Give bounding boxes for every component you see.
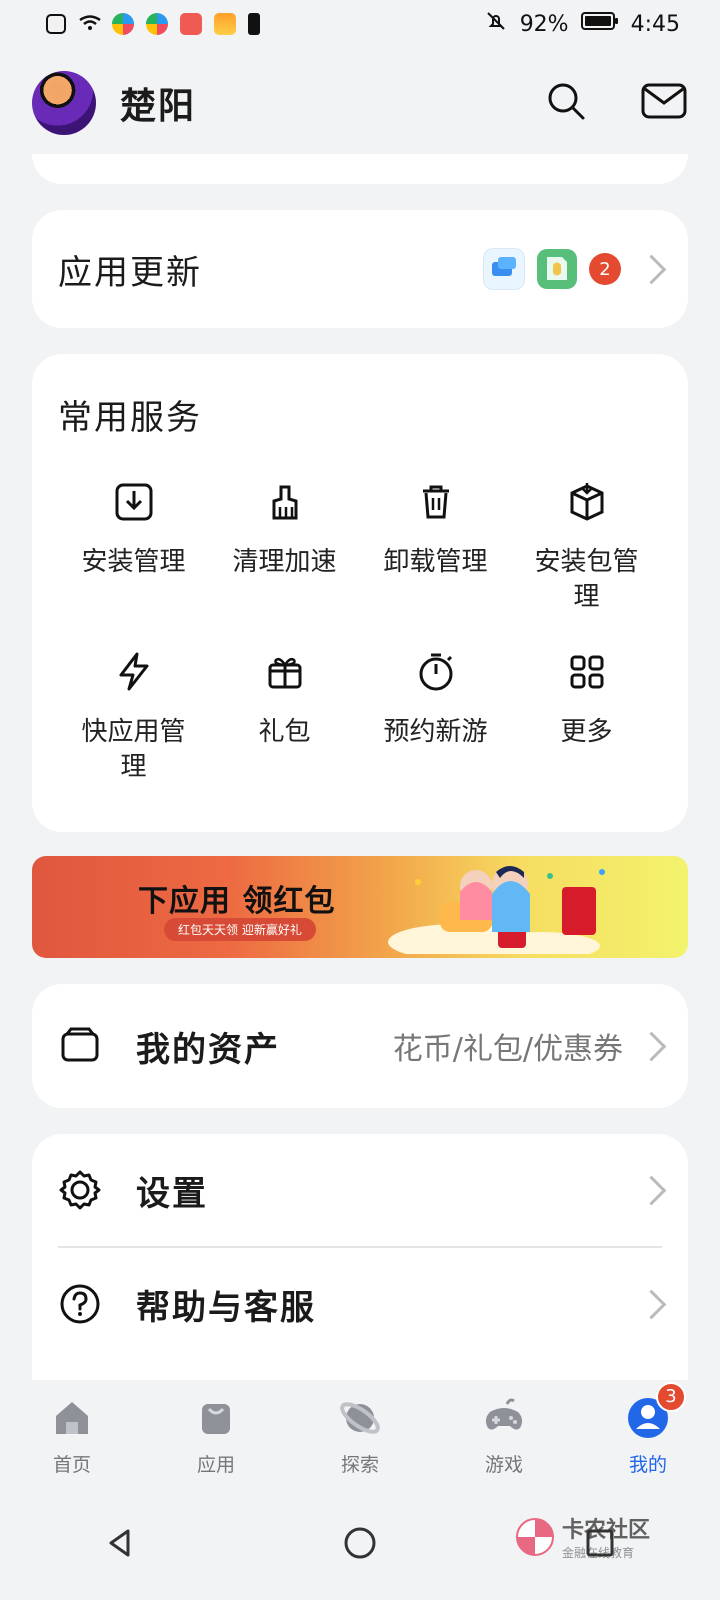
search-icon [545, 80, 587, 126]
alert-status-icon [248, 13, 260, 35]
promo-banner[interactable]: 下应用 领红包 红包天天领 迎新赢好礼 [32, 856, 688, 958]
help-circle-icon [58, 1282, 102, 1326]
app-status-icon-3 [180, 13, 202, 35]
assets-details: 花币/礼包/优惠券 [392, 1024, 667, 1068]
services-title: 常用服务 [58, 398, 202, 438]
profile-nav-icon: 3 [624, 1381, 686, 1442]
nav-me[interactable]: 3 我的 [578, 1381, 718, 1477]
nav-games-label: 游戏 [484, 1453, 523, 1476]
service-label-package-management: 安装包管理 [534, 547, 639, 613]
status-time: 4:45 [630, 11, 680, 37]
home-button[interactable] [338, 1523, 382, 1567]
brush-icon [262, 479, 308, 525]
settings-label: 设置 [136, 1173, 208, 1214]
services-grid: 安装管理 清理加速 卸载管理 安装包管理 快应用管理 礼包 预约新游 更多 [58, 479, 662, 785]
update-count-badge: 2 [589, 253, 621, 285]
trash-icon [413, 479, 459, 525]
notification-icon [46, 14, 66, 34]
bottom-navigation: 首页 应用 探索 游戏 3 我的 [0, 1380, 720, 1490]
service-label-gift-pack: 礼包 [258, 717, 311, 748]
nav-me-label: 我的 [628, 1453, 667, 1476]
chevron-right-icon [636, 1289, 667, 1319]
common-services-card: 常用服务 安装管理 清理加速 卸载管理 安装包管理 快应用管理 礼包 预约新游 … [32, 354, 688, 832]
service-label-quick-app-management: 快应用管理 [81, 717, 186, 783]
recent-apps-button[interactable] [578, 1523, 622, 1567]
service-cleanup-speedup[interactable]: 清理加速 [209, 479, 360, 615]
app-status-icon-4 [214, 13, 236, 35]
chevron-right-icon [636, 1031, 667, 1061]
app-updates-card[interactable]: 应用更新 2 [32, 210, 688, 328]
service-package-management[interactable]: 安装包管理 [511, 479, 662, 615]
nav-me-badge: 3 [656, 1381, 686, 1412]
avatar[interactable] [32, 71, 96, 135]
search-button[interactable] [542, 79, 590, 127]
recent-square-icon [583, 1526, 617, 1564]
chevron-right-icon [636, 1175, 667, 1205]
app-status-icon-1 [112, 13, 134, 35]
service-uninstall-management[interactable]: 卸载管理 [360, 479, 511, 615]
system-navigation [0, 1490, 720, 1600]
back-button[interactable] [98, 1523, 142, 1567]
service-reserve-new-games[interactable]: 预约新游 [360, 649, 511, 785]
nav-explore[interactable]: 探索 [290, 1394, 430, 1477]
app-updates-title: 应用更新 [58, 252, 202, 293]
status-right: 92% 4:45 [484, 9, 680, 39]
banner-subtitle: 红包天天领 迎新赢好礼 [164, 918, 316, 941]
nav-home[interactable]: 首页 [2, 1394, 142, 1477]
battery-icon [580, 11, 619, 37]
battery-percentage: 92% [519, 11, 569, 37]
help-support-label: 帮助与客服 [136, 1287, 316, 1328]
app-status-icon-2 [146, 13, 168, 35]
assets-title: 我的资产 [136, 1029, 280, 1070]
service-label-uninstall-management: 卸载管理 [383, 547, 488, 577]
nav-home-label: 首页 [52, 1453, 91, 1476]
gift-icon [262, 649, 308, 695]
nav-games[interactable]: 游戏 [434, 1394, 574, 1477]
assets-details-text: 花币/礼包/优惠券 [392, 1032, 623, 1067]
gamepad-icon [480, 1394, 528, 1442]
service-label-cleanup-speedup: 清理加速 [232, 547, 337, 577]
planet-icon [336, 1394, 384, 1442]
more-grid-icon [564, 649, 610, 695]
nav-explore-label: 探索 [340, 1453, 379, 1476]
header-actions [542, 79, 688, 127]
service-gift-pack[interactable]: 礼包 [209, 649, 360, 785]
profile-header: 楚阳 [32, 70, 688, 136]
banner-title: 下应用 领红包 [138, 884, 336, 919]
shopping-bag-icon [192, 1394, 240, 1442]
wallet-box-icon [58, 1024, 102, 1068]
nav-apps-label: 应用 [196, 1453, 235, 1476]
back-triangle-icon [103, 1526, 137, 1564]
wifi-icon [78, 13, 101, 35]
status-left [46, 13, 260, 35]
service-install-management[interactable]: 安装管理 [58, 479, 209, 615]
help-support-row[interactable]: 帮助与客服 [58, 1246, 667, 1360]
update-app-thumbnail-1 [483, 248, 525, 290]
username: 楚阳 [120, 86, 197, 127]
download-box-icon [111, 479, 157, 525]
home-circle-icon [343, 1526, 377, 1564]
red-envelope-illustration [380, 862, 650, 958]
my-assets-card[interactable]: 我的资产 花币/礼包/优惠券 [32, 984, 688, 1108]
service-label-install-management: 安装管理 [81, 547, 186, 577]
update-app-thumbnail-2 [537, 249, 577, 289]
timer-icon [413, 649, 459, 695]
lightning-icon [111, 649, 157, 695]
mute-bell-icon [484, 9, 508, 39]
status-bar: 92% 4:45 [0, 0, 720, 48]
app-updates-summary: 2 [483, 248, 667, 290]
package-download-icon [564, 479, 610, 525]
service-label-reserve-new-games: 预约新游 [383, 717, 488, 748]
nav-apps[interactable]: 应用 [146, 1394, 286, 1477]
mail-icon [641, 83, 687, 123]
settings-row[interactable]: 设置 [58, 1134, 667, 1246]
messages-button[interactable] [640, 79, 688, 127]
service-quick-app-management[interactable]: 快应用管理 [58, 649, 209, 785]
service-label-more: 更多 [560, 717, 613, 748]
home-icon [48, 1394, 96, 1442]
previous-card-fragment [32, 154, 688, 184]
gear-icon [58, 1168, 102, 1212]
service-more[interactable]: 更多 [511, 649, 662, 785]
chevron-right-icon [636, 254, 667, 284]
